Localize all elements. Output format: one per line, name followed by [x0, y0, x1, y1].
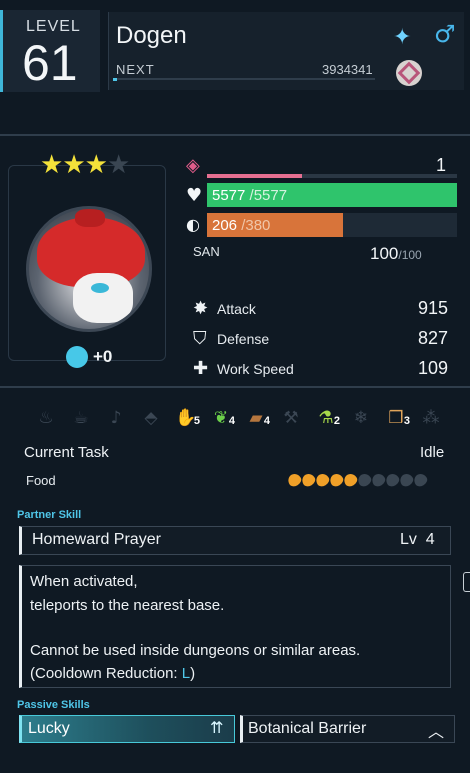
pal-portrait: [26, 206, 152, 332]
food-pip-icon: [369, 471, 388, 489]
rank-up-triple-icon: ⇈: [210, 718, 224, 737]
divider: [0, 134, 470, 136]
mining-icon[interactable]: ⚒: [275, 404, 307, 432]
satiety-current: 206: [212, 217, 238, 234]
partner-skill-name: Homeward Prayer: [32, 531, 161, 548]
passive-skills-heading: Passive Skills: [17, 699, 90, 711]
desc-line4-suffix: ): [190, 665, 196, 682]
divider: [0, 386, 470, 388]
transporting-level: 3: [403, 415, 410, 427]
san-current: 100: [370, 244, 399, 263]
attack-value: 915: [417, 298, 448, 318]
star-icon: ★: [84, 150, 108, 180]
sparkle-icon: ✦: [393, 24, 412, 49]
next-exp-value: 3934341: [322, 62, 373, 77]
food-pip-icon: [341, 471, 360, 489]
transporting-icon[interactable]: ❒ 3: [380, 404, 412, 432]
food-pip-icon: [313, 471, 332, 489]
work-speed-icon: ✚: [193, 358, 209, 379]
satiety-value: 206 /380: [212, 217, 270, 234]
heart-icon: ♥: [186, 185, 203, 206]
handiwork-icon[interactable]: ✋ 5: [170, 404, 202, 432]
food-pip-icon: [285, 471, 304, 489]
work-speed-label: Work Speed: [217, 361, 294, 377]
food-pip-icon: [411, 471, 430, 489]
gathering-level: 4: [228, 415, 235, 427]
san-value: 100/100: [370, 244, 422, 264]
food-pip-icon: [355, 471, 374, 489]
food-pip-icon: [383, 471, 402, 489]
attack-label: Attack: [217, 301, 256, 317]
passive-skill-name: Botanical Barrier: [248, 720, 367, 737]
defense-value: 827: [417, 328, 448, 348]
hp-current: 5577: [212, 187, 246, 204]
star-empty-icon: ★: [106, 150, 130, 180]
portrait-hat-top: [75, 209, 105, 227]
current-task-label: Current Task: [24, 444, 109, 461]
food-meter: [285, 471, 430, 489]
desc-line: (Cooldown Reduction: L): [30, 665, 195, 682]
planting-icon[interactable]: ♪: [100, 404, 132, 432]
portrait-eye: [91, 283, 109, 293]
watering-icon[interactable]: ☕: [65, 404, 97, 432]
star-icon: ★: [40, 150, 63, 180]
work-suitability-row: ♨ ☕ ♪ ⬘ ✋ 5 ❦ 4 ▰ 4 ⚒ ⚗ 2 ❄ ❒ 3 ⁂: [30, 404, 450, 434]
partner-skill-level-label: Lv: [400, 531, 417, 548]
gathering-icon[interactable]: ❦ 4: [205, 404, 237, 432]
desc-line: Cannot be used inside dungeons or simila…: [30, 642, 361, 659]
friendship-value: 1: [436, 155, 447, 175]
medicine-level: 2: [333, 415, 340, 427]
pal-name[interactable]: Dogen: [116, 22, 187, 50]
level-value: 61: [22, 35, 78, 91]
star-rating: ★★★★: [40, 150, 130, 180]
desc-line4-prefix: (Cooldown Reduction:: [30, 665, 182, 682]
farming-icon[interactable]: ⁂: [415, 404, 447, 432]
desc-line: When activated,: [30, 573, 138, 590]
exp-progress-track: [113, 78, 375, 80]
defense-label: Defense: [217, 331, 270, 347]
soul-value: +0: [93, 347, 113, 366]
lumbering-level: 4: [263, 415, 270, 427]
medicine-icon[interactable]: ⚗ 2: [310, 404, 342, 432]
san-max: /100: [398, 248, 422, 262]
work-speed-value: 109: [417, 358, 448, 378]
defense-icon: ⛉: [193, 328, 207, 349]
food-pip-icon: [397, 471, 416, 489]
friendship-icon: ◈: [186, 155, 200, 176]
portrait-face: [73, 273, 133, 323]
food-icon: ◐: [186, 215, 200, 234]
lumbering-icon[interactable]: ▰ 4: [240, 404, 272, 432]
passive-skill-name: Lucky: [28, 720, 70, 737]
soul-icon: [66, 346, 88, 368]
cooling-icon[interactable]: ❄: [345, 404, 377, 432]
food-pip-icon: [327, 471, 346, 489]
hp-value: 5577 /5577: [212, 187, 287, 204]
rank-up-single-icon: ︿: [428, 722, 445, 741]
food-label: Food: [26, 473, 56, 488]
kindling-icon[interactable]: ♨: [30, 404, 62, 432]
cooldown-key: L: [181, 665, 191, 682]
attack-icon: ✸: [193, 298, 209, 319]
scroll-tab[interactable]: [463, 572, 470, 592]
desc-line: teleports to the nearest base.: [30, 597, 225, 614]
handiwork-level: 5: [193, 415, 200, 427]
partner-skill-level-value: 4: [425, 531, 435, 548]
friendship-fill: [207, 174, 302, 178]
partner-skill-level: Lv 4: [400, 531, 435, 549]
food-pip-icon: [299, 471, 318, 489]
current-task-value: Idle: [420, 444, 445, 461]
partner-skill-heading: Partner Skill: [17, 509, 82, 521]
exp-progress-fill: [113, 78, 117, 81]
satiety-max: /380: [241, 217, 271, 234]
star-icon: ★: [62, 150, 85, 180]
next-exp-label: NEXT: [116, 62, 155, 77]
san-label: SAN: [193, 244, 220, 259]
hp-max: /5577: [249, 187, 288, 204]
electricity-icon[interactable]: ⬘: [135, 404, 167, 432]
male-icon: ♂: [434, 20, 456, 48]
rank-diamond-icon[interactable]: [396, 60, 422, 86]
